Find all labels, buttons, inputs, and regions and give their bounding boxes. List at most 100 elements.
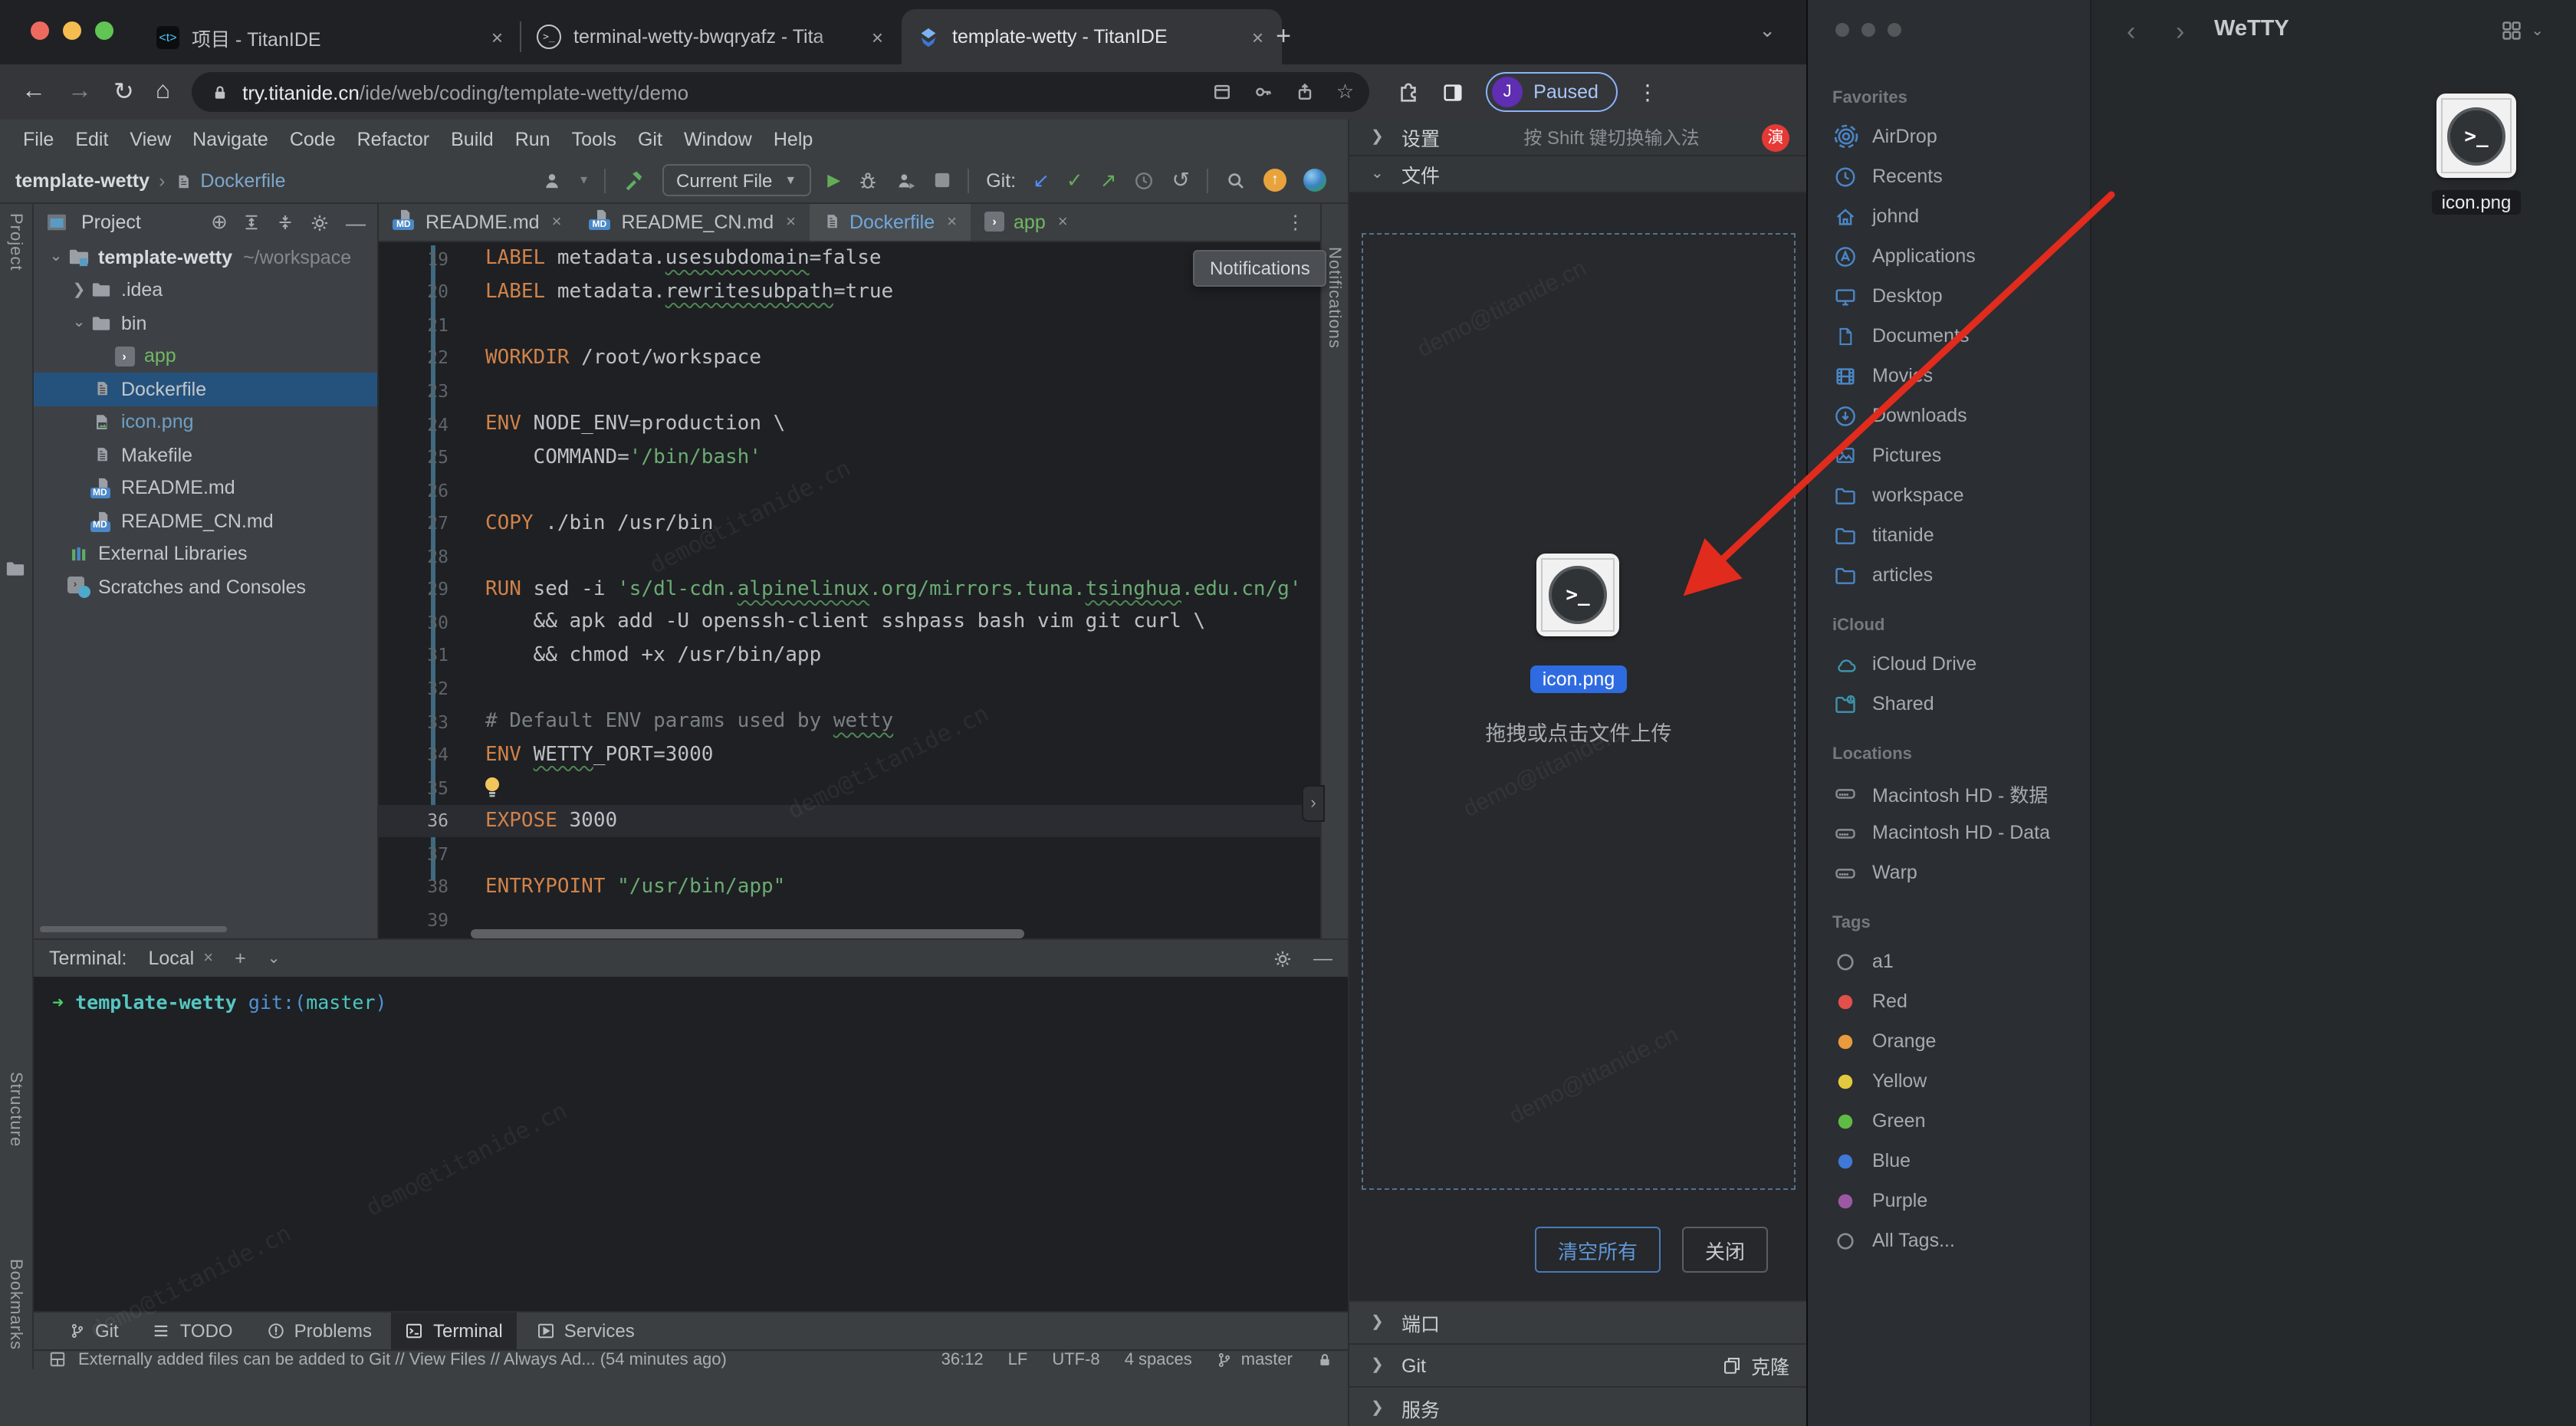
new-terminal-button[interactable]: +	[235, 948, 246, 969]
settings-section-header[interactable]: ❯ 设置 按 Shift 键切换输入法 演	[1349, 120, 1808, 156]
toolwindow-git[interactable]: Git	[55, 1313, 133, 1349]
code-line-32[interactable]: 32	[380, 672, 1320, 705]
code-line-37[interactable]: 37	[380, 837, 1320, 870]
finder-forward-button[interactable]: ›	[2176, 17, 2184, 48]
sidebar-item-green[interactable]: Green	[1823, 1101, 2081, 1141]
menu-edit[interactable]: Edit	[64, 129, 119, 150]
tab-search-chevron-icon[interactable]: ⌄	[1759, 18, 1776, 43]
sidebar-item-applications[interactable]: Applications	[1823, 236, 2081, 276]
reload-button[interactable]: ↻	[113, 77, 134, 107]
sidebar-item-recents[interactable]: Recents	[1823, 156, 2081, 196]
tree-item-icon-png[interactable]: icon.png	[34, 406, 378, 439]
tree-item-app[interactable]: ›app	[34, 340, 378, 373]
terminal-output[interactable]: ➜ template-wetty git:(master) demo@titan…	[34, 977, 1348, 1311]
close-icon[interactable]: ×	[488, 25, 506, 48]
finder-file-name[interactable]: icon.png	[2433, 190, 2521, 215]
code-line-29[interactable]: 29RUN sed -i 's/dl-cdn.alpinelinux.org/m…	[380, 573, 1320, 606]
intention-bulb-icon[interactable]	[484, 776, 502, 799]
tool-stripe-project[interactable]: Project	[6, 213, 25, 271]
tree-item-scratches-and-consoles[interactable]: ›Scratches and Consoles	[34, 570, 378, 603]
menu-navigate[interactable]: Navigate	[182, 129, 279, 150]
breadcrumb[interactable]: template-wetty › Dockerfile	[15, 170, 286, 192]
settings-gear-icon[interactable]	[310, 212, 330, 232]
editor-tab-app[interactable]: ›app×	[971, 204, 1082, 241]
sidebar-item-icloud-drive[interactable]: iCloud Drive	[1823, 644, 2081, 684]
code-line-23[interactable]: 23	[380, 374, 1320, 407]
sidebar-item-pictures[interactable]: Pictures	[1823, 435, 2081, 475]
tree-chevron-icon[interactable]: ⌄	[46, 249, 66, 266]
folder-icon[interactable]	[5, 560, 26, 578]
search-icon[interactable]	[1225, 169, 1247, 191]
tree-chevron-icon[interactable]: ❯	[69, 282, 89, 299]
code-line-27[interactable]: 27COPY ./bin /usr/bin	[380, 507, 1320, 540]
editor-tab-readme-md[interactable]: MDREADME.md×	[380, 204, 576, 241]
address-bar[interactable]: try.titanide.cn/ide/web/coding/template-…	[192, 72, 1369, 112]
chevron-down-icon[interactable]: ⌄	[2531, 22, 2544, 39]
toolwindow-problems[interactable]: Problems	[253, 1313, 386, 1349]
hide-panel-icon[interactable]: —	[346, 211, 366, 234]
new-tab-button[interactable]: +	[1263, 17, 1303, 57]
sidebar-item-shared[interactable]: Shared	[1823, 684, 2081, 724]
terminal-panel-label[interactable]: Terminal:	[49, 948, 127, 969]
line-ending[interactable]: LF	[1008, 1351, 1028, 1369]
files-section-header[interactable]: ⌄ 文件	[1349, 156, 1808, 193]
menu-run[interactable]: Run	[504, 129, 561, 150]
layout-grid-icon[interactable]	[49, 1352, 66, 1368]
close-button[interactable]: 关闭	[1682, 1227, 1768, 1273]
browser-tab[interactable]: >_terminal-wetty-bwqryafz - Tita×	[521, 9, 902, 64]
menu-git[interactable]: Git	[627, 129, 673, 150]
code-line-19[interactable]: 19LABEL metadata.usesubdomain=false	[380, 242, 1320, 275]
side-panel-icon[interactable]	[1441, 80, 1464, 104]
sidebar-item-purple[interactable]: Purple	[1823, 1181, 2081, 1221]
indent-setting[interactable]: 4 spaces	[1125, 1351, 1192, 1369]
close-icon[interactable]: ×	[869, 25, 886, 48]
run-button[interactable]: ▶	[827, 170, 840, 190]
share-icon[interactable]	[1295, 81, 1316, 103]
editor-horizontal-scrollbar[interactable]	[472, 929, 1025, 938]
clear-all-button[interactable]: 清空所有	[1535, 1227, 1661, 1273]
toolwindow-todo[interactable]: TODO	[139, 1313, 247, 1349]
back-button[interactable]: ←	[21, 78, 46, 106]
tree-item-external-libraries[interactable]: External Libraries	[34, 537, 378, 570]
panel-section-服务[interactable]: ❯服务	[1349, 1386, 1808, 1426]
breadcrumb-file[interactable]: Dockerfile	[200, 170, 285, 192]
sidebar-item-airdrop[interactable]: AirDrop	[1823, 117, 2081, 156]
code-area[interactable]: 19LABEL metadata.usesubdomain=false20LAB…	[380, 242, 1320, 938]
sidebar-item-warp[interactable]: Warp	[1823, 853, 2081, 892]
tree-item--idea[interactable]: ❯.idea	[34, 274, 378, 307]
toolwindow-services[interactable]: Services	[523, 1313, 649, 1349]
password-key-icon[interactable]	[1254, 81, 1275, 103]
code-line-35[interactable]: 35	[380, 771, 1320, 804]
code-line-31[interactable]: 31 && chmod +x /usr/bin/app	[380, 639, 1320, 672]
profile-paused-button[interactable]: J Paused	[1486, 72, 1618, 112]
forward-button[interactable]: →	[67, 78, 92, 106]
browser-tab[interactable]: template-wetty - TitanIDE×	[902, 9, 1282, 64]
code-line-25[interactable]: 25 COMMAND='/bin/bash'	[380, 441, 1320, 474]
view-options-grid-icon[interactable]	[2500, 20, 2522, 41]
tool-stripe-bookmarks[interactable]: Bookmarks	[6, 1259, 25, 1350]
finder-window-controls[interactable]	[1835, 23, 1901, 37]
locate-file-icon[interactable]: ⊕	[211, 210, 228, 235]
extensions-puzzle-icon[interactable]	[1397, 80, 1420, 104]
sidebar-item-movies[interactable]: Movies	[1823, 356, 2081, 396]
code-line-33[interactable]: 33# Default ENV params used by wetty	[380, 705, 1320, 738]
clone-button[interactable]: 克隆	[1722, 1351, 1789, 1380]
code-line-24[interactable]: 24ENV NODE_ENV=production \	[380, 408, 1320, 441]
project-tree-scrollbar[interactable]	[40, 926, 227, 932]
tree-item-readme-cn-md[interactable]: MDREADME_CN.md	[34, 504, 378, 537]
home-button[interactable]: ⌂	[156, 78, 170, 106]
close-icon[interactable]: ×	[552, 213, 562, 232]
sidebar-item-workspace[interactable]: workspace	[1823, 475, 2081, 515]
terminal-settings-gear-icon[interactable]	[1272, 948, 1292, 968]
menu-refactor[interactable]: Refactor	[347, 129, 441, 150]
maximize-window-button[interactable]	[95, 21, 113, 40]
minimize-window-button[interactable]	[1861, 23, 1875, 37]
code-line-30[interactable]: 30 && apk add -U openssh-client sshpass …	[380, 606, 1320, 639]
run-config-select[interactable]: Current File ▼	[662, 164, 810, 196]
chevron-down-icon[interactable]: ⌄	[268, 950, 281, 967]
uploaded-file-icon[interactable]: >_	[1536, 554, 1619, 636]
sidebar-item-downloads[interactable]: Downloads	[1823, 396, 2081, 435]
ide-assistant-sphere-icon[interactable]	[1303, 169, 1326, 192]
panel-section-端口[interactable]: ❯端口	[1349, 1300, 1808, 1343]
build-hammer-icon[interactable]	[623, 169, 646, 192]
